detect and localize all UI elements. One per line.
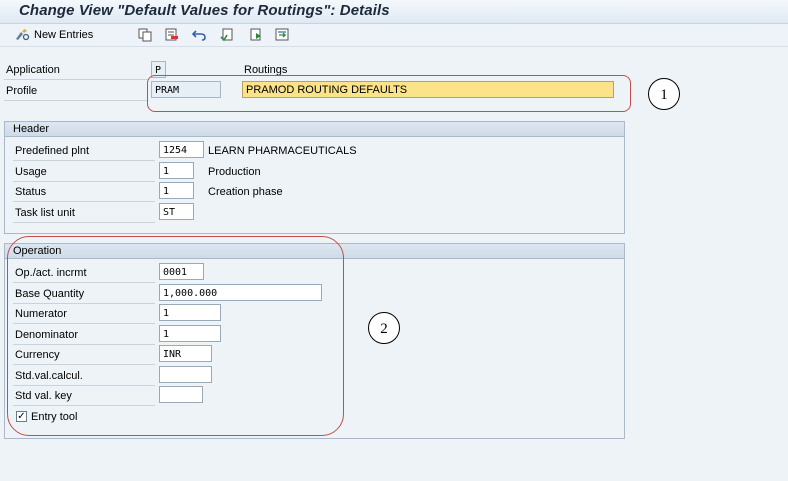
highlight-frame-2 <box>7 236 344 436</box>
predefined-plant-label: Predefined plnt <box>13 142 155 161</box>
undo-button[interactable] <box>191 27 206 43</box>
application-toolbar: New Entries <box>0 24 788 47</box>
application-label: Application <box>4 61 148 80</box>
header-group-title: Header <box>5 122 624 137</box>
prev-entry-button[interactable] <box>249 27 263 43</box>
title-bar: Change View "Default Values for Routings… <box>0 0 788 24</box>
copy-icon <box>138 28 152 42</box>
status-field[interactable]: 1 <box>159 182 194 199</box>
task-list-unit-label: Task list unit <box>13 204 155 223</box>
highlight-frame-1 <box>147 75 631 112</box>
select-all-button[interactable] <box>220 27 234 43</box>
new-entries-label: New Entries <box>34 29 94 41</box>
annotation-marker-2: 2 <box>368 312 400 344</box>
display-change-icon <box>14 28 30 42</box>
select-all-icon <box>220 28 234 42</box>
profile-label: Profile <box>4 82 148 101</box>
status-text: Creation phase <box>208 186 283 198</box>
next-entry-icon <box>275 28 289 42</box>
delete-icon <box>165 28 179 42</box>
next-entry-button[interactable] <box>275 27 289 43</box>
task-list-unit-field[interactable]: ST <box>159 203 194 220</box>
annotation-marker-1: 1 <box>648 78 680 110</box>
delete-button[interactable] <box>165 27 179 43</box>
copy-button[interactable] <box>138 27 152 43</box>
detail-screen: Application P Routings Profile PRAM PRAM… <box>0 47 788 481</box>
status-label: Status <box>13 183 155 202</box>
undo-icon <box>191 28 206 42</box>
usage-field[interactable]: 1 <box>159 162 194 179</box>
usage-label: Usage <box>13 163 155 182</box>
predefined-plant-field[interactable]: 1254 <box>159 141 204 158</box>
predefined-plant-text: LEARN PHARMACEUTICALS <box>208 145 357 157</box>
new-entries-button[interactable]: New Entries <box>14 27 93 43</box>
usage-text: Production <box>208 166 261 178</box>
prev-entry-icon <box>249 28 263 42</box>
window-title: Change View "Default Values for Routings… <box>19 2 390 19</box>
